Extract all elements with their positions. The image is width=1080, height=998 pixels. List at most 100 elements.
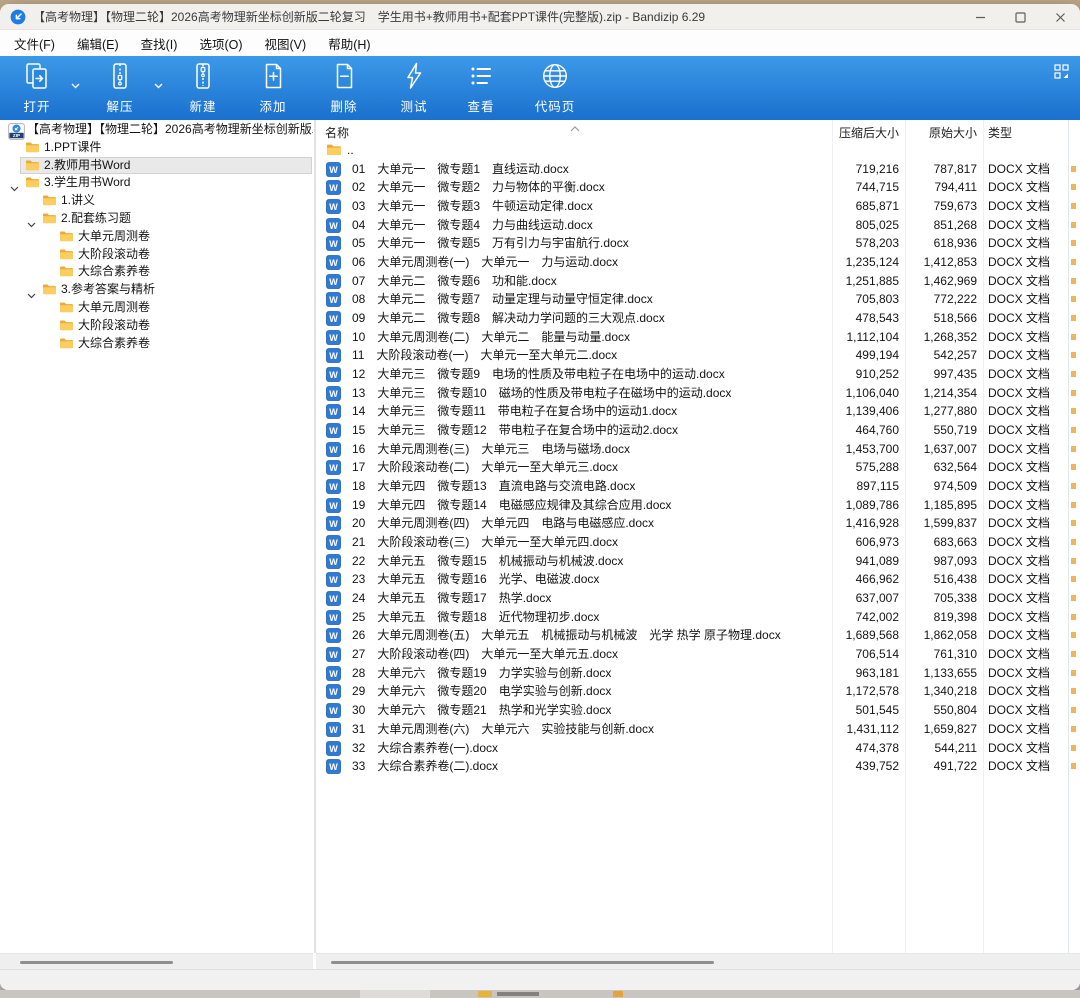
file-row[interactable]: W28 大单元六 微专题19 力学实验与创新.docx963,1811,133,… [318, 664, 1080, 683]
file-row[interactable]: W19 大单元四 微专题14 电磁感应规律及其综合应用.docx1,089,78… [318, 496, 1080, 515]
scrollbar-thumb[interactable] [331, 961, 714, 964]
tree-item[interactable]: 大阶段滚动卷 [0, 317, 313, 335]
tree-item[interactable]: 大单元周测卷 [0, 228, 313, 246]
file-row[interactable]: W11 大阶段滚动卷(一) 大单元一至大单元二.docx499,194542,2… [318, 346, 1080, 365]
minimize-button[interactable] [962, 4, 998, 30]
file-row[interactable]: W33 大综合素养卷(二).docx439,752491,722DOCX 文档 [318, 757, 1080, 776]
word-file-icon: W [326, 610, 341, 625]
original-size: 851,268 [934, 216, 977, 235]
column-header-original-size[interactable]: 原始大小 [929, 124, 977, 141]
clipped-next-column-fragment [1071, 558, 1076, 564]
file-row[interactable]: W20 大单元周测卷(四) 大单元四 电路与电磁感应.docx1,416,928… [318, 514, 1080, 533]
toolbar-button-extract[interactable]: 解压 [92, 61, 148, 115]
toolbar-button-open[interactable]: 打开 [9, 61, 65, 115]
toolbar-button-delete[interactable]: 删除 [316, 61, 372, 115]
clipped-next-column-fragment [1071, 446, 1076, 452]
list-horizontal-scrollbar[interactable] [316, 953, 1080, 969]
scrollbar-thumb[interactable] [20, 961, 173, 964]
word-file-icon: W [326, 442, 341, 457]
menu-item-find[interactable]: 查找(I) [137, 32, 182, 55]
file-type: DOCX 文档 [988, 570, 1050, 589]
packed-size: 478,543 [856, 309, 899, 328]
chevron-down-icon[interactable] [27, 216, 36, 222]
chevron-down-icon[interactable] [27, 287, 36, 293]
folder-icon [25, 176, 40, 194]
packed-size: 1,172,578 [846, 682, 899, 701]
file-row[interactable]: W24 大单元五 微专题17 热学.docx637,007705,338DOCX… [318, 589, 1080, 608]
toolbar-button-new[interactable]: 新建 [175, 61, 231, 115]
clipped-next-column-fragment [1071, 763, 1076, 769]
column-header-name[interactable]: 名称 [325, 124, 349, 141]
toolbar-layout-grid-icon[interactable] [1054, 64, 1069, 79]
toolbar-button-test[interactable]: 测试 [386, 61, 442, 115]
tree-item-selected[interactable]: 2.教师用书Word [0, 157, 313, 175]
tree-item[interactable]: 大阶段滚动卷 [0, 246, 313, 264]
tree-item[interactable]: 大单元周测卷 [0, 299, 313, 317]
toolbar-button-view[interactable]: 查看 [453, 61, 509, 115]
file-row[interactable]: W09 大单元二 微专题8 解决动力学问题的三大观点.docx478,54351… [318, 309, 1080, 328]
tree-item[interactable]: 3.学生用书Word [0, 174, 313, 192]
tree-item[interactable]: 2.配套练习题 [0, 210, 313, 228]
file-name: 14 大单元三 微专题11 带电粒子在复合场中的运动1.docx [352, 402, 677, 421]
file-row[interactable]: W12 大单元三 微专题9 电场的性质及带电粒子在电场中的运动.docx910,… [318, 365, 1080, 384]
file-row[interactable]: W07 大单元二 微专题6 功和能.docx1,251,8851,462,969… [318, 272, 1080, 291]
file-type: DOCX 文档 [988, 626, 1050, 645]
file-row[interactable]: W30 大单元六 微专题21 热学和光学实验.docx501,545550,80… [318, 701, 1080, 720]
open-dropdown-chevron-icon[interactable] [71, 78, 81, 86]
original-size: 987,093 [934, 552, 977, 571]
close-button[interactable] [1042, 4, 1078, 30]
tree-item[interactable]: 3.参考答案与精析 [0, 281, 313, 299]
file-row[interactable]: W18 大单元四 微专题13 直流电路与交流电路.docx897,115974,… [318, 477, 1080, 496]
file-row[interactable]: W31 大单元周测卷(六) 大单元六 实验技能与创新.docx1,431,112… [318, 720, 1080, 739]
tree-item[interactable]: 大综合素养卷 [0, 263, 313, 281]
file-row[interactable]: W01 大单元一 微专题1 直线运动.docx719,216787,817DOC… [318, 160, 1080, 179]
toolbar-button-codepage[interactable]: 代码页 [527, 61, 583, 115]
tree-item[interactable]: 大综合素养卷 [0, 335, 313, 353]
file-row[interactable]: W14 大单元三 微专题11 带电粒子在复合场中的运动1.docx1,139,4… [318, 402, 1080, 421]
tree-item[interactable]: ZIP【高考物理】【物理二轮】2026高考物理新坐标创新版二轮复习 学生用书+教… [0, 121, 313, 139]
packed-size: 1,689,568 [846, 626, 899, 645]
original-size: 997,435 [934, 365, 977, 384]
column-header-packed-size[interactable]: 压缩后大小 [839, 124, 899, 141]
file-row[interactable]: W29 大单元六 微专题20 电学实验与创新.docx1,172,5781,34… [318, 682, 1080, 701]
parent-directory-row[interactable]: .. [318, 141, 1080, 160]
file-row[interactable]: W32 大综合素养卷(一).docx474,378544,211DOCX 文档 [318, 739, 1080, 758]
column-header-type[interactable]: 类型 [988, 124, 1012, 141]
tree-item[interactable]: 1.PPT课件 [0, 139, 313, 157]
file-row[interactable]: W16 大单元周测卷(三) 大单元三 电场与磁场.docx1,453,7001,… [318, 440, 1080, 459]
tree-horizontal-scrollbar[interactable] [0, 953, 313, 969]
toolbar-button-add[interactable]: 添加 [245, 61, 301, 115]
file-type: DOCX 文档 [988, 440, 1050, 459]
file-row[interactable]: W27 大阶段滚动卷(四) 大单元一至大单元五.docx706,514761,3… [318, 645, 1080, 664]
clipped-next-column-fragment [1071, 483, 1076, 489]
file-row[interactable]: W05 大单元一 微专题5 万有引力与宇宙航行.docx578,203618,9… [318, 234, 1080, 253]
menu-item-file[interactable]: 文件(F) [10, 32, 59, 55]
original-size: 544,211 [935, 739, 978, 758]
menu-item-edit[interactable]: 编辑(E) [73, 32, 123, 55]
file-row[interactable]: W23 大单元五 微专题16 光学、电磁波.docx466,962516,438… [318, 570, 1080, 589]
file-type: DOCX 文档 [988, 682, 1050, 701]
maximize-button[interactable] [1002, 4, 1038, 30]
extract-dropdown-chevron-icon[interactable] [154, 78, 164, 86]
menu-item-help[interactable]: 帮助(H) [324, 32, 374, 55]
packed-size: 705,803 [856, 290, 899, 309]
file-row[interactable]: W04 大单元一 微专题4 力与曲线运动.docx805,025851,268D… [318, 216, 1080, 235]
file-row[interactable]: W06 大单元周测卷(一) 大单元一 力与运动.docx1,235,1241,4… [318, 253, 1080, 272]
file-row[interactable]: W13 大单元三 微专题10 磁场的性质及带电粒子在磁场中的运动.docx1,1… [318, 384, 1080, 403]
tree-item[interactable]: 1.讲义 [0, 192, 313, 210]
file-row[interactable]: W15 大单元三 微专题12 带电粒子在复合场中的运动2.docx464,760… [318, 421, 1080, 440]
file-row[interactable]: W02 大单元一 微专题2 力与物体的平衡.docx744,715794,411… [318, 178, 1080, 197]
file-row[interactable]: W08 大单元二 微专题7 动量定理与动量守恒定律.docx705,803772… [318, 290, 1080, 309]
file-row[interactable]: W22 大单元五 微专题15 机械振动与机械波.docx941,089987,0… [318, 552, 1080, 571]
file-row[interactable]: W25 大单元五 微专题18 近代物理初步.docx742,002819,398… [318, 608, 1080, 627]
file-row[interactable]: W26 大单元周测卷(五) 大单元五 机械振动与机械波 光学 热学 原子物理.d… [318, 626, 1080, 645]
menu-item-options[interactable]: 选项(O) [195, 32, 246, 55]
file-row[interactable]: W03 大单元一 微专题3 牛顿运动定律.docx685,871759,673D… [318, 197, 1080, 216]
file-row[interactable]: W17 大阶段滚动卷(二) 大单元一至大单元三.docx575,288632,5… [318, 458, 1080, 477]
panel-splitter[interactable] [314, 120, 316, 953]
file-row[interactable]: W10 大单元周测卷(二) 大单元二 能量与动量.docx1,112,1041,… [318, 328, 1080, 347]
file-name: 13 大单元三 微专题10 磁场的性质及带电粒子在磁场中的运动.docx [352, 384, 731, 403]
menu-item-view[interactable]: 视图(V) [261, 32, 311, 55]
file-row[interactable]: W21 大阶段滚动卷(三) 大单元一至大单元四.docx606,973683,6… [318, 533, 1080, 552]
chevron-down-icon[interactable] [10, 180, 19, 186]
